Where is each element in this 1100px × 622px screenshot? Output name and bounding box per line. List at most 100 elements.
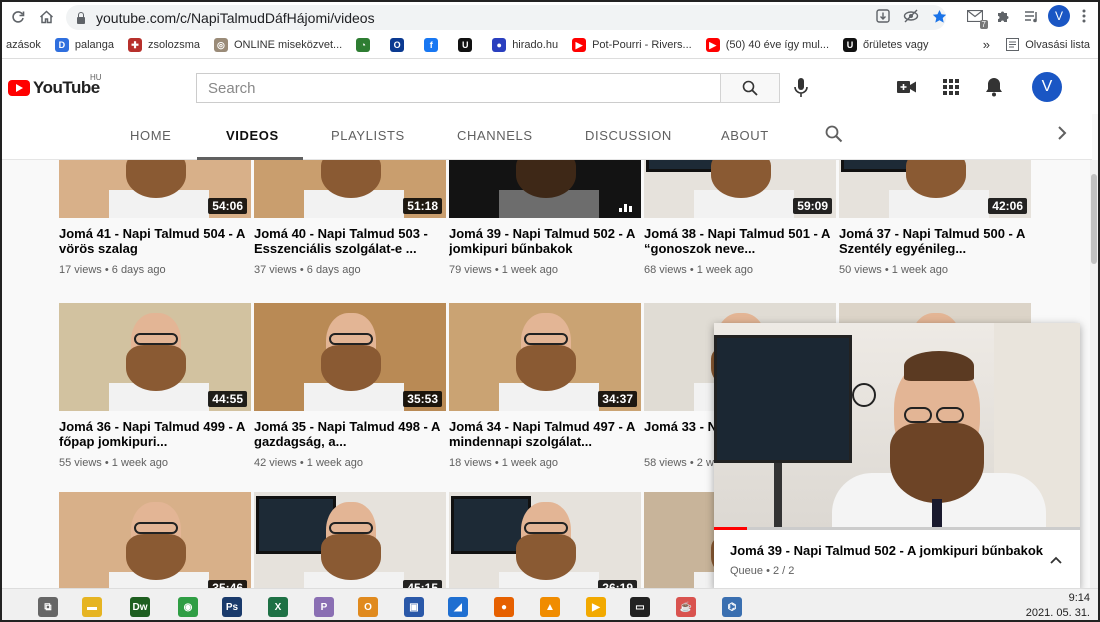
java-icon[interactable]: ☕ <box>676 597 696 617</box>
video-card[interactable]: 42:06 Jomá 37 - Napi Talmud 500 - A Szent… <box>839 160 1031 276</box>
task-view-icon[interactable]: ⧉ <box>38 597 58 617</box>
miniplayer-video[interactable] <box>714 323 1080 529</box>
home-icon[interactable] <box>32 3 60 31</box>
address-bar[interactable]: youtube.com/c/NapiTalmudDáfHájomi/videos <box>66 5 946 30</box>
bookmark-item[interactable]: U <box>458 38 478 52</box>
photoshop-icon[interactable]: Ps <box>222 597 242 617</box>
search-input[interactable]: Search <box>196 73 720 103</box>
miniplayer-title[interactable]: Jomá 39 - Napi Talmud 502 - A jomkipuri … <box>730 543 1043 558</box>
apps-grid-icon[interactable] <box>939 75 963 99</box>
video-card[interactable]: 44:55 Jomá 36 - Napi Talmud 499 - A főpap… <box>59 303 251 469</box>
video-thumbnail[interactable]: 51:18 <box>254 160 446 218</box>
chevron-up-icon[interactable] <box>1050 551 1062 569</box>
notifications-bell-icon[interactable] <box>982 75 1006 99</box>
playlist-icon[interactable] <box>1020 5 1042 27</box>
video-title[interactable]: Jomá 36 - Napi Talmud 499 - A főpap jomk… <box>59 419 249 449</box>
video-card[interactable]: 51:18 Jomá 40 - Napi Talmud 503 - Esszenc… <box>254 160 446 276</box>
bookmark-item[interactable]: Dpalanga <box>54 38 114 52</box>
meta-separator: • <box>296 457 307 469</box>
video-card[interactable]: 26:19 <box>449 492 641 588</box>
video-card[interactable]: 59:09 Jomá 38 - Napi Talmud 501 - A “gono… <box>644 160 836 276</box>
video-card[interactable]: 54:06 Jomá 41 - Napi Talmud 504 - A vörös… <box>59 160 251 276</box>
puzzle-icon[interactable] <box>992 5 1014 27</box>
star-icon[interactable] <box>928 5 950 27</box>
video-card[interactable]: NOW PLAYING Jomá 39 - Napi Talmud 502 - A… <box>449 160 641 276</box>
video-thumbnail[interactable]: 35:53 <box>254 303 446 411</box>
scrollbar-thumb[interactable] <box>1091 174 1097 264</box>
video-card[interactable]: 35:53 Jomá 35 - Napi Talmud 498 - A gazda… <box>254 303 446 469</box>
video-thumbnail[interactable]: 35:46 <box>59 492 251 588</box>
chevron-right-icon[interactable] <box>1057 126 1067 145</box>
youtube-logo[interactable]: YouTube HU <box>8 73 102 98</box>
bookmark-item[interactable]: ◎ ONLINE miseközvet... <box>213 38 342 52</box>
browser-profile-avatar[interactable]: V <box>1048 5 1070 27</box>
download-icon[interactable] <box>872 5 894 27</box>
tab-videos[interactable]: VIDEOS <box>226 128 279 143</box>
eye-off-icon[interactable] <box>900 5 922 27</box>
create-video-icon[interactable] <box>895 75 919 99</box>
gmail-icon[interactable]: 7 <box>964 5 988 29</box>
bookmark-item[interactable]: ▶ (50) 40 éve így mul... <box>705 38 829 52</box>
search-button[interactable] <box>720 73 780 103</box>
video-card[interactable]: 35:46 <box>59 492 251 588</box>
video-thumbnail[interactable]: 34:37 <box>449 303 641 411</box>
video-duration: 45:15 <box>403 580 442 588</box>
bookmark-label: őrületes vagy <box>863 39 929 51</box>
taskbar-clock[interactable]: 9:14 2021. 05. 31. <box>1026 591 1090 620</box>
video-title[interactable]: Jomá 41 - Napi Talmud 504 - A vörös szal… <box>59 226 249 256</box>
bookmark-item[interactable]: ✚ zsolozsma <box>128 38 200 52</box>
powerpoint-icon[interactable]: P <box>314 597 334 617</box>
video-thumbnail[interactable]: 59:09 <box>644 160 836 218</box>
tab-channels[interactable]: CHANNELS <box>457 128 533 143</box>
chrome-icon[interactable]: ◉ <box>178 597 198 617</box>
tab-home[interactable]: HOME <box>130 128 171 143</box>
channel-search-icon[interactable] <box>825 125 843 148</box>
video-title[interactable]: Jomá 39 - Napi Talmud 502 - A jomkipuri … <box>449 226 639 256</box>
video-thumbnail[interactable]: 42:06 <box>839 160 1031 218</box>
clock-time: 9:14 <box>1068 592 1090 604</box>
video-title[interactable]: Jomá 40 - Napi Talmud 503 - Esszenciális… <box>254 226 444 256</box>
vlc-icon[interactable]: ▲ <box>540 597 560 617</box>
video-title[interactable]: Jomá 38 - Napi Talmud 501 - A “gonoszok … <box>644 226 834 256</box>
bookmark-label: hirado.hu <box>512 39 559 51</box>
miniplayer-progress-bar[interactable] <box>714 527 1080 530</box>
tab-about[interactable]: ABOUT <box>721 128 769 143</box>
save-disk-icon[interactable]: ▣ <box>404 597 424 617</box>
bookmark-item[interactable]: O <box>390 38 410 52</box>
bookmark-favicon-icon: ◎ <box>213 38 228 52</box>
bookmark-item[interactable]: ● hirado.hu <box>492 38 558 52</box>
video-title[interactable]: Jomá 35 - Napi Talmud 498 - A gazdagság,… <box>254 419 444 449</box>
tab-discussion[interactable]: DISCUSSION <box>585 128 672 143</box>
reload-icon[interactable] <box>4 3 32 31</box>
bookmarks-more-button[interactable]: » <box>983 37 990 52</box>
tab-playlists[interactable]: PLAYLISTS <box>331 128 405 143</box>
reading-list-button[interactable]: Olvasási lista <box>1006 38 1090 51</box>
account-avatar[interactable]: V <box>1032 72 1062 102</box>
video-thumbnail[interactable]: NOW PLAYING <box>449 160 641 218</box>
python-icon[interactable]: ⌬ <box>722 597 742 617</box>
excel-icon[interactable]: X <box>268 597 288 617</box>
bookmark-item[interactable]: Uőrületes vagy <box>843 38 928 52</box>
network-app-icon[interactable]: ◢ <box>448 597 468 617</box>
video-card[interactable]: 34:37 Jomá 34 - Napi Talmud 497 - A minde… <box>449 303 641 469</box>
video-title[interactable]: Jomá 34 - Napi Talmud 497 - A mindennapi… <box>449 419 639 449</box>
firefox-icon[interactable]: ● <box>494 597 514 617</box>
video-thumbnail[interactable]: 54:06 <box>59 160 251 218</box>
kebab-menu-icon[interactable] <box>1076 5 1092 27</box>
video-card[interactable]: 45:15 <box>254 492 446 588</box>
bookmark-item[interactable]: ◔ <box>356 38 376 52</box>
outlook-icon[interactable]: O <box>358 597 378 617</box>
terminal-icon[interactable]: ▭ <box>630 597 650 617</box>
page-scrollbar[interactable] <box>1090 160 1098 588</box>
bookmark-item[interactable]: azások <box>6 39 41 51</box>
video-thumbnail[interactable]: 26:19 <box>449 492 641 588</box>
microphone-icon[interactable] <box>792 77 810 99</box>
video-thumbnail[interactable]: 45:15 <box>254 492 446 588</box>
bookmark-item[interactable]: ▶ Pot-Pourri - Rivers... <box>572 38 692 52</box>
video-thumbnail[interactable]: 44:55 <box>59 303 251 411</box>
file-explorer-icon[interactable]: ▬ <box>82 597 102 617</box>
bookmark-item[interactable]: f <box>424 38 444 52</box>
media-player-icon[interactable]: ▶ <box>586 597 606 617</box>
video-title[interactable]: Jomá 37 - Napi Talmud 500 - A Szentély e… <box>839 226 1029 256</box>
dreamweaver-icon[interactable]: Dw <box>130 597 150 617</box>
